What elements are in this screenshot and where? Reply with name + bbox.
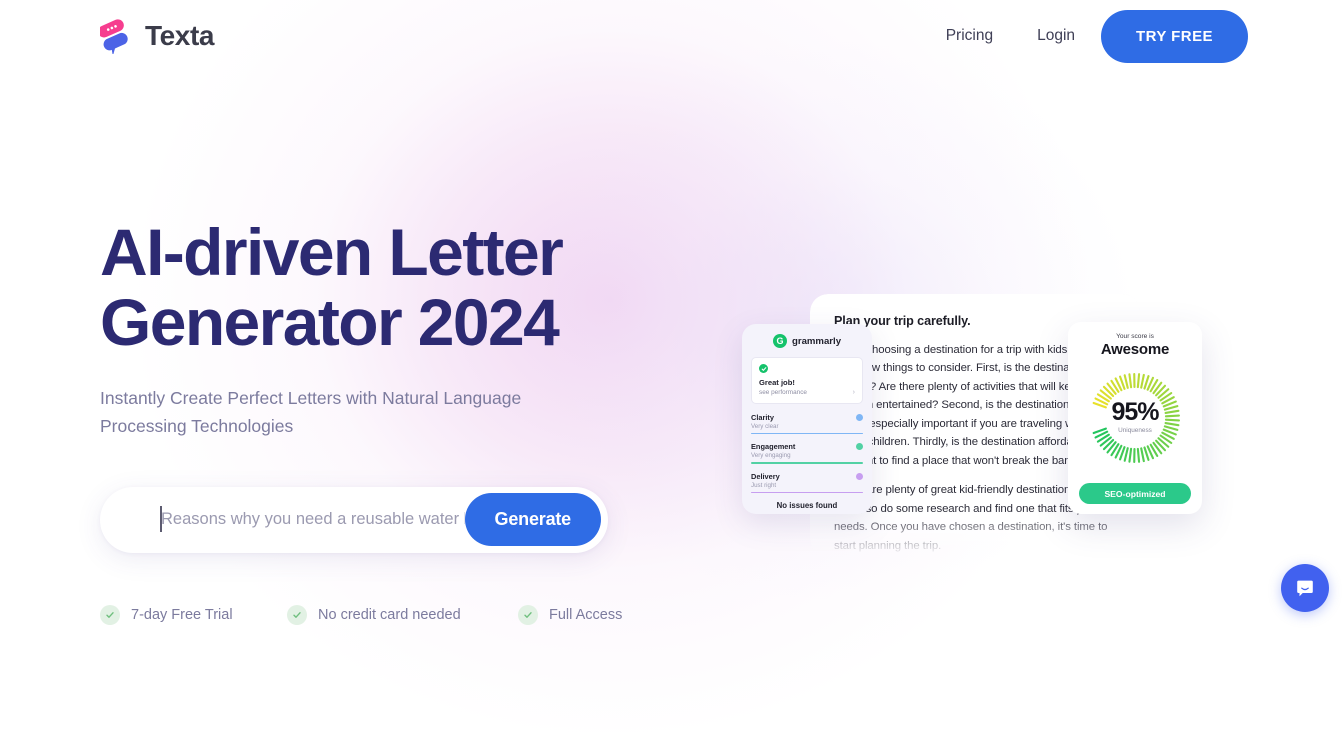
hero-section: AI-driven Letter Generator 2024 Instantl…: [100, 218, 720, 625]
gauge-percent: 95%: [1083, 400, 1187, 425]
feature-label: Full Access: [549, 607, 622, 623]
nav-link-login[interactable]: Login: [1037, 19, 1075, 53]
grammarly-great-subtitle: see performance: [759, 389, 807, 396]
grammarly-panel: G grammarly Great job! see performance ›…: [742, 324, 872, 514]
metric-name: Delivery: [751, 472, 780, 481]
grammarly-g-icon: G: [773, 334, 787, 348]
brand-name: Texta: [145, 20, 214, 52]
generate-button[interactable]: Generate: [465, 493, 601, 546]
grammarly-metric-delivery: Delivery Just right: [751, 472, 863, 493]
gauge-metric-label: Uniqueness: [1083, 427, 1187, 434]
check-icon: [518, 605, 538, 625]
feature-label: 7-day Free Trial: [131, 607, 233, 623]
uniqueness-gauge: 95% Uniqueness: [1083, 364, 1187, 460]
check-circle-icon: [759, 364, 768, 373]
grammarly-performance-card[interactable]: Great job! see performance ›: [751, 357, 863, 404]
site-header: Texta Pricing Login TRY FREE: [0, 0, 1344, 72]
grammarly-metric-clarity: Clarity Very clear: [751, 413, 863, 434]
metric-name: Clarity: [751, 413, 774, 422]
feature-item: No credit card needed: [287, 605, 518, 625]
main-navigation: Pricing Login TRY FREE: [946, 10, 1248, 63]
grammarly-metric-engagement: Engagement Very engaging: [751, 442, 863, 463]
grammarly-name: grammarly: [792, 336, 841, 347]
grammarly-footer-status: No issues found: [751, 501, 863, 512]
check-icon: [287, 605, 307, 625]
metric-dot-icon: [856, 473, 863, 480]
page-title: AI-driven Letter Generator 2024: [100, 218, 720, 358]
feature-item: 7-day Free Trial: [100, 605, 287, 625]
brand-logo[interactable]: Texta: [100, 18, 214, 54]
prompt-search-bar: Generate: [100, 487, 608, 553]
try-free-button[interactable]: TRY FREE: [1101, 10, 1248, 63]
nav-link-pricing[interactable]: Pricing: [946, 19, 993, 53]
metric-subtitle: Very engaging: [751, 452, 863, 459]
score-label: Your score is: [1116, 333, 1154, 340]
chat-launcher-button[interactable]: [1281, 564, 1329, 612]
page-title-line2: Generator 2024: [100, 285, 558, 359]
feature-list: 7-day Free Trial No credit card needed F…: [100, 605, 720, 625]
prompt-input[interactable]: [100, 510, 465, 529]
metric-name: Engagement: [751, 442, 795, 451]
seo-optimized-badge[interactable]: SEO-optimized: [1079, 483, 1191, 504]
metric-subtitle: Just right: [751, 482, 863, 489]
metric-bar: [751, 492, 863, 493]
metric-dot-icon: [856, 414, 863, 421]
feature-item: Full Access: [518, 605, 622, 625]
metric-bar: [751, 433, 863, 434]
score-title: Awesome: [1101, 341, 1169, 358]
grammarly-great-title: Great job!: [759, 378, 855, 387]
metric-dot-icon: [856, 443, 863, 450]
hero-subtitle: Instantly Create Perfect Letters with Na…: [100, 384, 570, 441]
feature-label: No credit card needed: [318, 607, 461, 623]
chevron-right-icon: ›: [853, 389, 855, 396]
metric-subtitle: Very clear: [751, 423, 863, 430]
check-icon: [100, 605, 120, 625]
page-title-line1: AI-driven Letter: [100, 215, 562, 289]
metric-bar: [751, 462, 863, 463]
speech-bubbles-icon: [100, 18, 132, 54]
score-card: Your score is Awesome 95% Uniqueness SEO…: [1068, 322, 1202, 514]
grammarly-header: G grammarly: [751, 334, 863, 348]
hero-illustration: Plan your trip carefully. When choosing …: [740, 280, 1240, 570]
chat-bubble-icon: [1294, 577, 1316, 599]
